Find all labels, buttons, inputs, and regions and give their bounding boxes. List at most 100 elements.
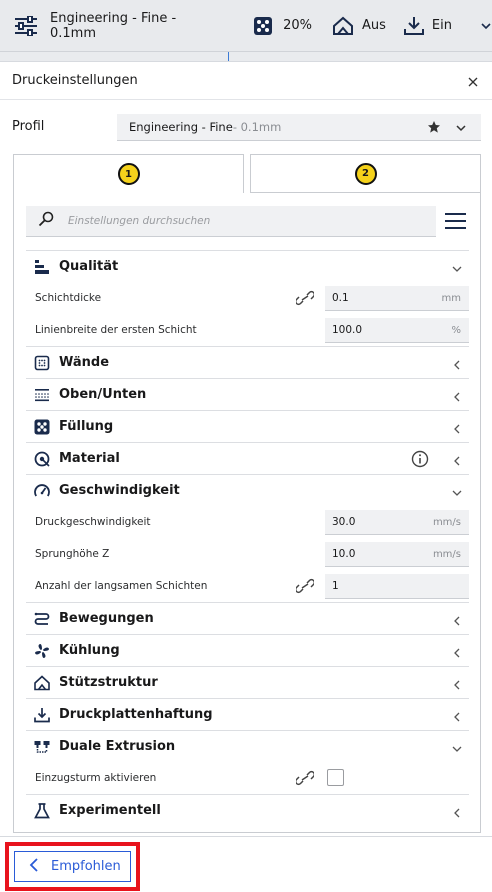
- adhesion-icon: [403, 16, 424, 36]
- chevron-down-icon: [451, 740, 463, 752]
- sliders-icon: [14, 15, 38, 36]
- chevron-down-icon[interactable]: [455, 122, 467, 137]
- support-icon: [34, 674, 50, 691]
- prime-tower-checkbox[interactable]: [327, 769, 344, 786]
- profile-dropdown[interactable]: Engineering - Fine - 0.1mm: [117, 114, 481, 141]
- panel-title: Druckeinstellungen: [12, 73, 138, 88]
- infill-indicator[interactable]: 20%: [253, 0, 312, 51]
- setting-label: Anzahl der langsamen Schichten: [35, 580, 208, 592]
- category-label: Kühlung: [59, 643, 120, 658]
- category-support[interactable]: Stützstruktur: [26, 666, 469, 698]
- category-label: Experimentell: [59, 803, 161, 818]
- search-input[interactable]: Einstellungen durchsuchen: [26, 206, 436, 237]
- travel-icon: [34, 611, 50, 627]
- chevron-down-icon[interactable]: [480, 20, 492, 32]
- tab-extruder-2[interactable]: 2: [250, 154, 481, 193]
- field-unit: mm/s: [432, 548, 461, 560]
- setting-print-speed: Druckgeschwindigkeit 30.0 mm/s: [26, 506, 469, 538]
- top-toolbar: Engineering - Fine - 0.1mm 20% Aus Ein: [0, 0, 492, 52]
- info-icon[interactable]: [411, 450, 429, 472]
- extruder-badge: 2: [354, 162, 377, 185]
- recommended-label: Empfohlen: [51, 859, 121, 874]
- category-label: Füllung: [59, 419, 114, 434]
- category-walls[interactable]: Wände: [26, 346, 469, 378]
- adhesion-indicator[interactable]: Ein: [403, 0, 452, 51]
- chevron-left-icon: [451, 676, 463, 690]
- category-label: Stützstruktur: [59, 675, 158, 690]
- material-icon: [34, 451, 50, 467]
- category-speed[interactable]: Geschwindigkeit: [26, 474, 469, 506]
- category-topbottom[interactable]: Oben/Unten: [26, 378, 469, 410]
- speed-gauge-icon: [34, 483, 50, 499]
- link-icon[interactable]: [294, 290, 316, 310]
- settings-list: Qualität Schichtdicke 0.1 mm Linienbreit…: [26, 250, 469, 826]
- chevron-down-icon: [451, 484, 463, 496]
- setting-layer-height: Schichtdicke 0.1 mm: [26, 282, 469, 314]
- link-icon[interactable]: [294, 578, 316, 598]
- category-cooling[interactable]: Kühlung: [26, 634, 469, 666]
- divider: [228, 52, 229, 61]
- fan-icon: [34, 643, 50, 659]
- quality-icon: [34, 259, 50, 275]
- category-label: Qualität: [59, 259, 119, 274]
- field-value: 30.0: [332, 516, 356, 528]
- chevron-down-icon: [451, 260, 463, 272]
- field-value: 10.0: [332, 548, 356, 560]
- profile-label-text: Profil: [12, 119, 45, 134]
- category-experimental[interactable]: Experimentell: [26, 794, 469, 826]
- recommended-button[interactable]: Empfohlen: [14, 851, 131, 882]
- profile-suffix: - 0.1mm: [232, 120, 282, 134]
- link-icon[interactable]: [294, 770, 316, 790]
- print-speed-input[interactable]: 30.0 mm/s: [325, 510, 469, 535]
- category-label: Druckplattenhaftung: [59, 707, 213, 722]
- category-dual-extrusion[interactable]: Duale Extrusion: [26, 730, 469, 762]
- setting-prime-tower: Einzugsturm aktivieren: [26, 762, 469, 794]
- category-travel[interactable]: Bewegungen: [26, 602, 469, 634]
- close-icon[interactable]: [466, 74, 480, 88]
- support-indicator[interactable]: Aus: [332, 0, 386, 51]
- print-settings-panel: Druckeinstellungen Profil Engineering - …: [0, 61, 492, 892]
- field-value: 100.0: [332, 324, 363, 336]
- field-unit: mm/s: [432, 516, 461, 528]
- slow-layers-input[interactable]: 1: [325, 574, 469, 599]
- category-label: Geschwindigkeit: [59, 483, 180, 498]
- setting-label: Linienbreite der ersten Schicht: [35, 324, 197, 336]
- layer-height-input[interactable]: 0.1 mm: [325, 286, 469, 311]
- adhesion-value: Ein: [431, 18, 452, 33]
- category-material[interactable]: Material: [26, 442, 469, 474]
- chevron-left-icon: [29, 857, 51, 876]
- setting-label: Einzugsturm aktivieren: [35, 772, 157, 784]
- chevron-left-icon: [451, 804, 463, 818]
- support-value: Aus: [362, 18, 386, 33]
- chevron-left-icon: [451, 356, 463, 370]
- category-quality[interactable]: Qualität: [26, 250, 469, 282]
- category-label: Wände: [59, 355, 110, 370]
- support-icon: [332, 16, 354, 36]
- initial-line-width-input[interactable]: 100.0 %: [325, 318, 469, 343]
- profile-label: Engineering - Fine - 0.1mm: [50, 10, 177, 41]
- category-label: Material: [59, 451, 120, 466]
- profile-selector[interactable]: Engineering - Fine - 0.1mm: [14, 0, 209, 51]
- category-label: Duale Extrusion: [59, 739, 176, 754]
- search-placeholder: Einstellungen durchsuchen: [68, 215, 211, 227]
- chevron-left-icon: [451, 612, 463, 626]
- chevron-left-icon: [451, 420, 463, 434]
- field-value: 1: [332, 580, 339, 592]
- category-infill[interactable]: Füllung: [26, 410, 469, 442]
- profile-name: Engineering - Fine: [129, 120, 233, 134]
- z-hop-input[interactable]: 10.0 mm/s: [325, 542, 469, 567]
- tab-extruder-1[interactable]: 1: [13, 154, 244, 193]
- adhesion-icon: [34, 707, 50, 723]
- category-adhesion[interactable]: Druckplattenhaftung: [26, 698, 469, 730]
- setting-label: Schichtdicke: [35, 292, 102, 304]
- infill-icon: [253, 16, 273, 36]
- menu-icon[interactable]: [445, 212, 466, 230]
- chevron-left-icon: [451, 644, 463, 658]
- panel-footer: Empfohlen: [0, 836, 492, 892]
- star-icon[interactable]: [427, 120, 441, 137]
- field-unit: %: [451, 324, 461, 336]
- search-icon: [38, 211, 54, 231]
- category-label: Bewegungen: [59, 611, 154, 626]
- top-bottom-icon: [34, 387, 50, 403]
- setting-label: Druckgeschwindigkeit: [35, 516, 151, 528]
